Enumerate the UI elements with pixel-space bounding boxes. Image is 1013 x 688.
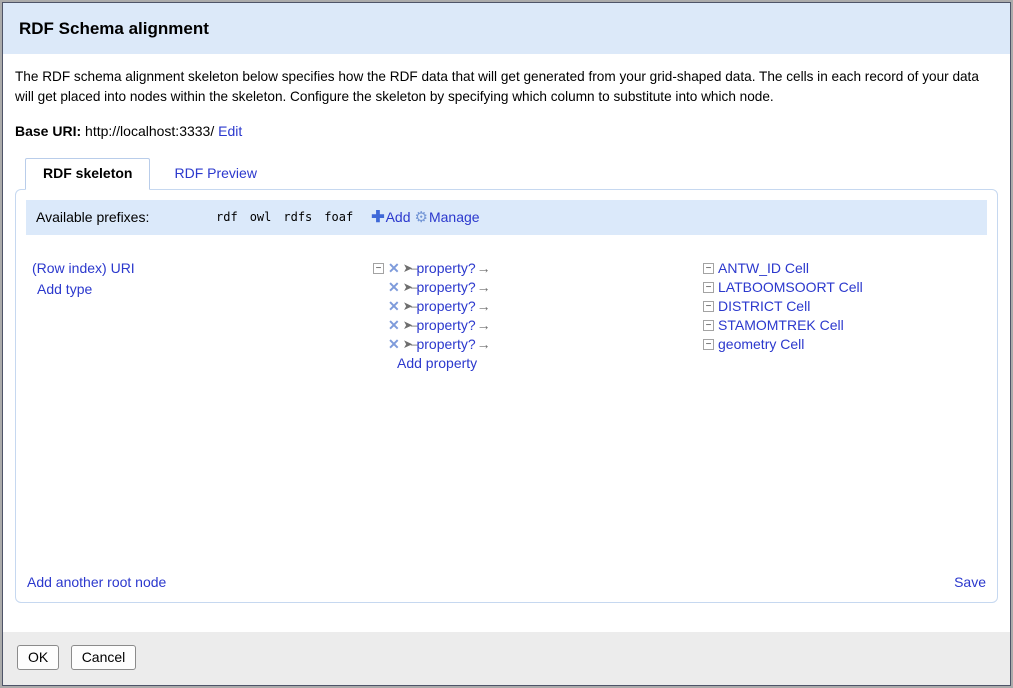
arrow-end-icon: → — [477, 298, 491, 314]
rdf-schema-alignment-dialog: RDF Schema alignment The RDF schema alig… — [2, 2, 1011, 686]
property-row: ✕ ➤– property? → — [373, 316, 703, 335]
skeleton-tree: (Row index) URI Add type − ✕ ➤– property… — [16, 245, 997, 373]
arrow-end-icon: → — [477, 279, 491, 295]
add-root-node-link[interactable]: Add another root node — [27, 574, 166, 590]
root-node-column: (Row index) URI Add type — [32, 259, 373, 373]
cell-node-link[interactable]: geometry Cell — [718, 336, 804, 352]
skeleton-panel: Available prefixes: rdf owl rdfs foaf ✚A… — [15, 189, 998, 603]
property-row: ✕ ➤– property? → — [373, 335, 703, 354]
plus-icon: ✚ — [371, 207, 384, 227]
cell-row: − ANTW_ID Cell — [703, 259, 981, 278]
delete-property-icon[interactable]: ✕ — [388, 260, 400, 277]
panel-bottom-bar: Add another root node Save — [16, 566, 997, 602]
property-link[interactable]: property? — [416, 336, 475, 352]
arrow-start-icon: ➤– — [403, 299, 416, 313]
add-property-link[interactable]: Add property — [397, 355, 477, 371]
cell-row: − LATBOOMSOORT Cell — [703, 278, 981, 297]
intro-text: The RDF schema alignment skeleton below … — [15, 67, 998, 108]
base-uri-edit-link[interactable]: Edit — [218, 123, 242, 139]
property-link[interactable]: property? — [416, 279, 475, 295]
cell-node-link[interactable]: DISTRICT Cell — [718, 298, 810, 314]
arrow-start-icon: ➤– — [403, 280, 416, 294]
tab-rdf-preview[interactable]: RDF Preview — [150, 159, 273, 189]
base-uri-value: http://localhost:3333/ — [85, 123, 214, 139]
delete-property-icon[interactable]: ✕ — [388, 298, 400, 315]
cancel-button[interactable]: Cancel — [71, 645, 137, 670]
dialog-footer: OK Cancel — [3, 632, 1010, 685]
prefix-item: rdf — [216, 210, 238, 224]
arrow-start-icon: ➤– — [403, 318, 416, 332]
property-row: − ✕ ➤– property? → — [373, 259, 703, 278]
dialog-body: The RDF schema alignment skeleton below … — [3, 54, 1010, 624]
root-node-link[interactable]: (Row index) URI — [32, 260, 135, 276]
cell-node-link[interactable]: ANTW_ID Cell — [718, 260, 809, 276]
save-link[interactable]: Save — [954, 574, 986, 590]
arrow-start-icon: ➤– — [403, 337, 416, 351]
prefix-item: owl — [250, 210, 272, 224]
prefix-list: rdf owl rdfs foaf — [216, 210, 353, 224]
collapse-toggle-icon[interactable]: − — [373, 263, 384, 274]
manage-prefixes-button[interactable]: ⚙Manage — [415, 208, 480, 226]
cell-row: − geometry Cell — [703, 335, 981, 354]
delete-property-icon[interactable]: ✕ — [388, 279, 400, 296]
delete-property-icon[interactable]: ✕ — [388, 336, 400, 353]
cell-node-link[interactable]: STAMOMTREK Cell — [718, 317, 844, 333]
properties-column: − ✕ ➤– property? → ✕ ➤– property? → — [373, 259, 703, 373]
arrow-end-icon: → — [477, 317, 491, 333]
prefix-bar: Available prefixes: rdf owl rdfs foaf ✚A… — [26, 200, 987, 235]
property-row: ✕ ➤– property? → — [373, 278, 703, 297]
manage-prefixes-label: Manage — [429, 209, 480, 225]
base-uri-label: Base URI: — [15, 123, 81, 139]
base-uri-row: Base URI: http://localhost:3333/ Edit — [15, 123, 998, 139]
property-link[interactable]: property? — [416, 317, 475, 333]
property-row: ✕ ➤– property? → — [373, 297, 703, 316]
prefix-item: rdfs — [283, 210, 312, 224]
delete-property-icon[interactable]: ✕ — [388, 317, 400, 334]
collapse-toggle-icon[interactable]: − — [703, 339, 714, 350]
arrow-end-icon: → — [477, 336, 491, 352]
collapse-toggle-icon[interactable]: − — [703, 320, 714, 331]
prefixes-label: Available prefixes: — [36, 209, 216, 225]
collapse-toggle-icon[interactable]: − — [703, 282, 714, 293]
prefix-item: foaf — [324, 210, 353, 224]
tab-bar: RDF skeleton RDF Preview — [15, 158, 998, 189]
arrow-start-icon: ➤– — [403, 261, 416, 275]
collapse-toggle-icon[interactable]: − — [703, 263, 714, 274]
cell-row: − DISTRICT Cell — [703, 297, 981, 316]
property-link[interactable]: property? — [416, 298, 475, 314]
tab-rdf-skeleton[interactable]: RDF skeleton — [25, 158, 150, 190]
add-type-link[interactable]: Add type — [37, 281, 92, 297]
arrow-end-icon: → — [477, 260, 491, 276]
cell-node-link[interactable]: LATBOOMSOORT Cell — [718, 279, 863, 295]
cell-row: − STAMOMTREK Cell — [703, 316, 981, 335]
ok-button[interactable]: OK — [17, 645, 59, 670]
dialog-title: RDF Schema alignment — [3, 3, 1010, 54]
gear-icon: ⚙ — [415, 208, 428, 226]
add-prefix-button[interactable]: ✚Add — [371, 207, 410, 227]
property-link[interactable]: property? — [416, 260, 475, 276]
collapse-toggle-icon[interactable]: − — [703, 301, 714, 312]
cells-column: − ANTW_ID Cell − LATBOOMSOORT Cell − DIS… — [703, 259, 981, 373]
add-prefix-label: Add — [386, 209, 411, 225]
